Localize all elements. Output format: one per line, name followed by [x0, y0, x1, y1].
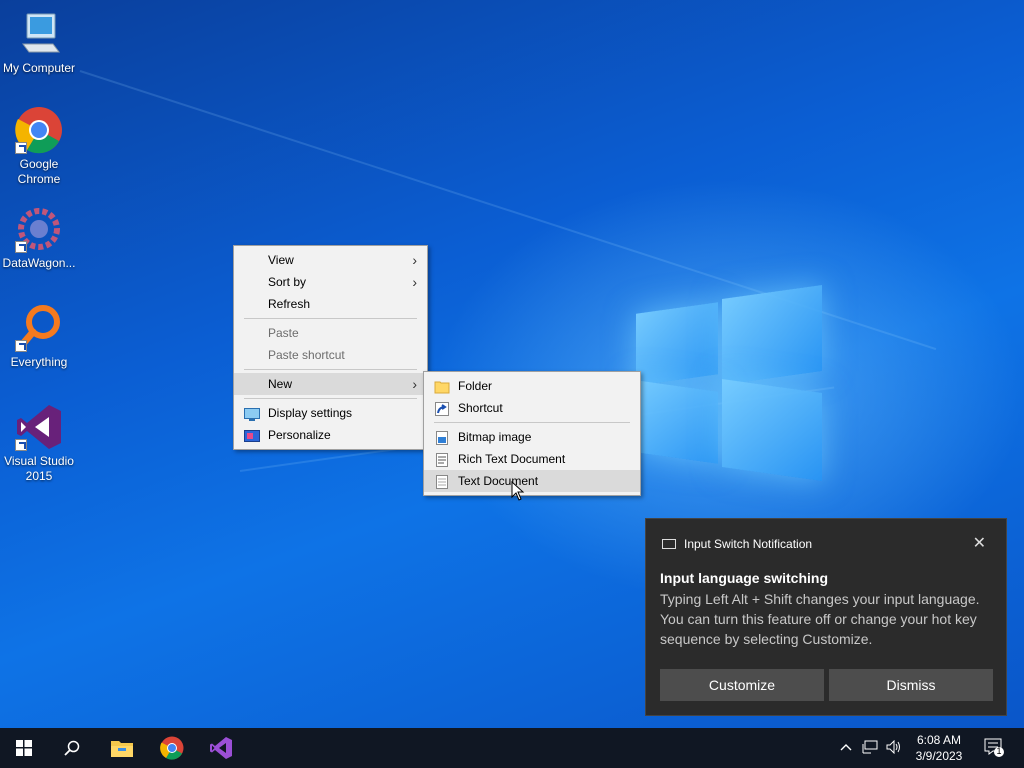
menu-item-label: Personalize	[268, 428, 331, 442]
shortcut-overlay-icon	[15, 142, 27, 154]
desktop-icon-label: DataWagon...	[2, 256, 76, 270]
text-document-icon	[434, 474, 450, 489]
start-button[interactable]	[0, 728, 48, 768]
personalize-icon	[244, 428, 260, 442]
desktop-icon-label: Google Chrome	[17, 157, 61, 186]
chevron-up-icon	[840, 744, 852, 751]
menu-item-label: Text Document	[458, 474, 539, 488]
desktop-icon-label: My Computer	[2, 61, 76, 75]
shortcut-overlay-icon	[15, 340, 27, 352]
customize-button[interactable]: Customize	[660, 669, 824, 701]
clock-date: 3/9/2023	[915, 749, 963, 763]
menu-item-personalize[interactable]: Personalize	[234, 424, 427, 446]
taskbar-clock[interactable]: 6:08 AM 3/9/2023	[904, 732, 974, 764]
menu-item-refresh[interactable]: Refresh	[234, 293, 427, 315]
taskbar-file-explorer[interactable]	[98, 728, 146, 768]
submenu-item-bitmap-image[interactable]: Bitmap image	[424, 426, 640, 448]
menu-item-label: Paste shortcut	[268, 348, 345, 362]
taskbar-visual-studio[interactable]	[197, 728, 245, 768]
taskbar: 6:08 AM 3/9/2023 1	[0, 728, 1024, 768]
menu-item-sort-by[interactable]: Sort by ›	[234, 271, 427, 293]
close-icon[interactable]: ✕	[973, 533, 986, 553]
submenu-item-rich-text-document[interactable]: Rich Text Document	[424, 448, 640, 470]
menu-item-display-settings[interactable]: Display settings	[234, 402, 427, 424]
new-submenu: Folder Shortcut Bitmap image Rich Text D…	[423, 371, 641, 496]
menu-item-new[interactable]: New ›	[234, 373, 427, 395]
start-icon	[16, 740, 32, 756]
keyboard-icon	[662, 539, 676, 549]
submenu-item-folder[interactable]: Folder	[424, 375, 640, 397]
desktop-icon-google-chrome[interactable]: Google Chrome	[0, 106, 78, 187]
volume-tray-button[interactable]	[886, 739, 902, 757]
menu-item-label: Refresh	[268, 297, 311, 311]
submenu-item-shortcut[interactable]: Shortcut	[424, 397, 640, 419]
chevron-right-icon: ›	[412, 252, 417, 268]
action-center-icon	[984, 738, 1004, 757]
menu-separator	[244, 369, 417, 370]
notification-app-name: Input Switch Notification	[684, 537, 813, 551]
notification-count-badge: 1	[996, 746, 1002, 756]
network-icon	[862, 740, 878, 754]
volume-icon	[886, 739, 900, 755]
network-tray-button[interactable]	[862, 740, 878, 757]
desktop-icon-everything[interactable]: Everything	[0, 304, 78, 370]
shortcut-overlay-icon	[15, 241, 27, 253]
desktop-context-menu: View › Sort by › Refresh Paste Paste sho…	[233, 245, 428, 450]
search-button[interactable]	[48, 728, 96, 768]
computer-icon	[15, 10, 63, 58]
menu-item-label: View	[268, 253, 294, 267]
shortcut-icon	[434, 401, 450, 416]
input-switch-notification: Input Switch Notification ✕ Input langua…	[645, 518, 1007, 716]
menu-item-label: Sort by	[268, 275, 307, 289]
search-icon	[64, 740, 80, 756]
menu-item-label: New	[268, 377, 293, 391]
desktop[interactable]: My Computer Google Chrome DataWagon... E…	[0, 0, 1024, 728]
chevron-right-icon: ›	[412, 376, 417, 392]
desktop-icon-my-computer[interactable]: My Computer	[0, 10, 78, 76]
chrome-icon	[160, 736, 184, 760]
menu-item-label: Folder	[458, 379, 493, 393]
menu-item-view[interactable]: View ›	[234, 249, 427, 271]
notification-body: Typing Left Alt + Shift changes your inp…	[660, 591, 980, 647]
menu-separator	[244, 398, 417, 399]
chrome-icon	[15, 106, 63, 154]
notification-title: Input language switching	[660, 570, 828, 586]
menu-item-paste-shortcut: Paste shortcut	[234, 344, 427, 366]
shortcut-overlay-icon	[15, 439, 27, 451]
visual-studio-icon	[210, 737, 232, 759]
file-explorer-icon	[111, 741, 133, 757]
submenu-item-text-document[interactable]: Text Document	[424, 470, 640, 492]
menu-item-label: Bitmap image	[458, 430, 532, 444]
mouse-cursor-icon	[511, 481, 525, 501]
desktop-icon-label: Visual Studio 2015	[4, 454, 74, 483]
show-hidden-icons-chevron[interactable]	[840, 740, 852, 755]
menu-separator	[244, 318, 417, 319]
taskbar-chrome[interactable]	[148, 728, 196, 768]
menu-item-label: Paste	[268, 326, 299, 340]
rtf-icon	[434, 452, 450, 467]
visual-studio-icon	[15, 403, 63, 451]
notification-header: Input Switch Notification	[662, 537, 812, 551]
menu-item-label: Display settings	[268, 406, 353, 420]
action-center-button[interactable]: 1	[984, 738, 1006, 761]
folder-icon	[434, 379, 450, 394]
desktop-icon-datawagon[interactable]: DataWagon...	[0, 205, 78, 271]
menu-item-paste: Paste	[234, 322, 427, 344]
clock-time: 6:08 AM	[916, 733, 962, 747]
menu-item-label: Rich Text Document	[458, 452, 566, 466]
desktop-icon-visual-studio[interactable]: Visual Studio 2015	[0, 403, 78, 484]
everything-search-icon	[15, 304, 63, 352]
chevron-right-icon: ›	[412, 274, 417, 290]
datawagon-icon	[15, 205, 63, 253]
menu-separator	[434, 422, 630, 423]
display-icon	[244, 406, 260, 421]
bitmap-icon	[434, 430, 450, 445]
menu-item-label: Shortcut	[458, 401, 503, 415]
dismiss-button[interactable]: Dismiss	[829, 669, 993, 701]
windows-logo-wallpaper	[636, 284, 826, 482]
desktop-icon-label: Everything	[10, 355, 68, 369]
